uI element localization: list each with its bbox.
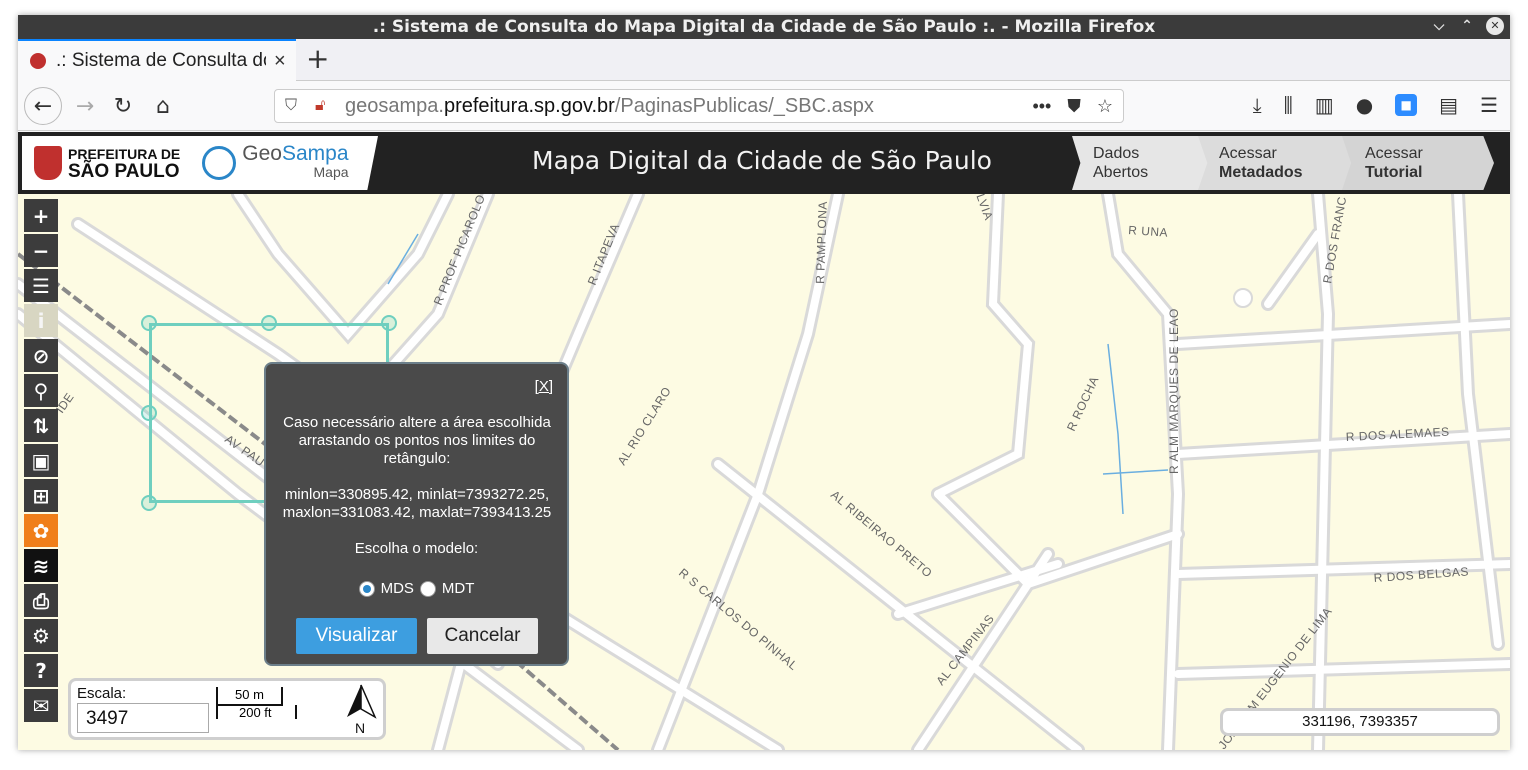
shield-icon[interactable]: ⛉ (285, 97, 305, 115)
zoom-extension-icon[interactable]: ■ (1395, 94, 1418, 116)
layers-icon[interactable]: ☰ (24, 269, 58, 302)
geosampa-globe-icon (202, 146, 237, 180)
street-label: R UNA (1128, 223, 1169, 240)
street-label: R ROCHA (1064, 374, 1102, 433)
minimize-icon[interactable]: ⌵ (1430, 17, 1448, 35)
site-header: PREFEITURA DE SÃO PAULO GeoSampa Mapa Ma… (18, 132, 1510, 194)
prefeitura-logo: PREFEITURA DE SÃO PAULO (68, 146, 181, 182)
download-icon[interactable]: ⤓ (1253, 93, 1262, 117)
tab-label: .: Sistema de Consulta do Mapa Digital d… (56, 50, 266, 71)
selection-handle[interactable] (381, 315, 397, 331)
reload-button[interactable]: ↻ (106, 89, 140, 123)
selection-handle[interactable] (141, 315, 157, 331)
dialog-message: Caso necessário altere a área escolhida … (283, 414, 551, 467)
site-title: Mapa Digital da Cidade de São Paulo (532, 146, 992, 175)
tab-close-icon[interactable]: × (274, 50, 286, 73)
selection-handle[interactable] (261, 315, 277, 331)
cursor-coordinates: 331196, 7393357 (1220, 708, 1500, 736)
visualizar-button[interactable]: Visualizar (296, 618, 417, 654)
geosampa-logo: GeoSampa Mapa (242, 142, 349, 180)
route-icon[interactable]: ⇅ (24, 409, 58, 442)
zoom-in-button[interactable]: + (24, 199, 58, 232)
help-icon[interactable]: ? (24, 654, 58, 687)
dialog-close-link[interactable]: [X] (535, 378, 553, 395)
scale-label: Escala: (77, 685, 127, 702)
reader-icon[interactable]: ▤ (1439, 93, 1458, 117)
acessar-metadados-button[interactable]: Acessar Metadados (1198, 136, 1354, 190)
selection-handle[interactable] (141, 405, 157, 421)
tab-bar: .: Sistema de Consulta do Mapa Digital d… (18, 39, 1510, 81)
forward-button[interactable]: → (68, 89, 102, 123)
scale-meters: 50 m (235, 687, 264, 702)
selection-handle[interactable] (141, 495, 157, 511)
map-canvas[interactable]: R PROF PICAROLO R ITAPEVA R PAMPLONA R U… (18, 194, 1510, 750)
scale-panel: Escala: 3497 50 m 200 ft N (68, 678, 386, 740)
browser-window: .: Sistema de Consulta do Mapa Digital d… (18, 15, 1510, 750)
nav-bar: ← → ↻ ⌂ ⛉ 🔓︎ geosampa.prefeitura.sp.gov.… (18, 81, 1510, 131)
sidebar-icon[interactable]: ▥ (1315, 93, 1334, 117)
scale-input[interactable]: 3497 (77, 703, 209, 733)
scale-feet: 200 ft (239, 705, 272, 720)
svg-text:N: N (355, 720, 365, 735)
info-icon[interactable]: i (24, 304, 58, 337)
bookmark-star-icon[interactable]: ☆ (1097, 96, 1113, 117)
elevation-model-dialog: [X] Caso necessário altere a área escolh… (264, 362, 569, 666)
prefeitura-crest-icon (34, 146, 62, 180)
radio-mds-label: MDS (380, 580, 414, 597)
search-icon[interactable]: ⚲ (24, 374, 58, 407)
page-actions-icon[interactable]: ••• (1032, 96, 1051, 117)
radio-mdt-label: MDT (441, 580, 475, 597)
no-edit-icon[interactable]: ⊘ (24, 339, 58, 372)
model-radio-group: MDS MDT (266, 580, 567, 597)
dados-abertos-button[interactable]: Dados Abertos (1072, 136, 1212, 190)
dialog-coordinates: minlon=330895.42, minlat=7393272.25, max… (282, 486, 552, 521)
street-label: AL RIO CLARO (615, 384, 674, 467)
radio-mds[interactable] (358, 580, 375, 597)
acessar-tutorial-button[interactable]: Acessar Tutorial (1342, 136, 1494, 190)
url-text[interactable]: geosampa.prefeitura.sp.gov.br/PaginasPub… (345, 95, 874, 118)
dialog-choose-label: Escolha o modelo: (354, 540, 479, 557)
account-icon[interactable]: ● (1356, 93, 1373, 117)
radio-mdt[interactable] (419, 580, 436, 597)
street-label: R PAMPLONA (813, 201, 830, 284)
palette-icon[interactable]: ✿ (24, 514, 58, 547)
street-label: R ALM MARQUES DE LEAO (1167, 308, 1181, 474)
home-button[interactable]: ⌂ (146, 89, 180, 123)
north-arrow-icon: N (347, 684, 377, 735)
back-button[interactable]: ← (24, 87, 62, 125)
site-favicon-icon (30, 53, 46, 69)
tab-active[interactable]: .: Sistema de Consulta do Mapa Digital d… (18, 39, 296, 81)
settings-icon[interactable]: ⚙ (24, 619, 58, 652)
maximize-icon[interactable]: ⌃ (1458, 17, 1476, 35)
page-content: PREFEITURA DE SÃO PAULO GeoSampa Mapa Ma… (18, 132, 1510, 750)
logo-area[interactable]: PREFEITURA DE SÃO PAULO GeoSampa Mapa (22, 136, 378, 190)
print-icon[interactable]: ⎙ (24, 584, 58, 617)
terrain-icon[interactable]: ≋ (24, 549, 58, 582)
library-icon[interactable]: ⫼ (1284, 93, 1293, 117)
new-tab-button[interactable]: + (306, 45, 329, 73)
map-toolbar: + − ☰ i ⊘ ⚲ ⇅ ▣ ⊞ ✿ ≋ ⎙ ⚙ ? ✉ (24, 199, 58, 724)
window-title: .: Sistema de Consulta do Mapa Digital d… (372, 17, 1156, 37)
zoom-out-button[interactable]: − (24, 234, 58, 267)
mail-icon[interactable]: ✉ (24, 689, 58, 722)
pocket-icon[interactable]: ⛊ (1067, 96, 1081, 117)
insecure-lock-icon[interactable]: 🔓︎ (315, 97, 337, 115)
url-bar[interactable]: ⛉ 🔓︎ geosampa.prefeitura.sp.gov.br/Pagin… (274, 89, 1124, 123)
menu-icon[interactable]: ☰ (1480, 93, 1498, 117)
cancelar-button[interactable]: Cancelar (427, 618, 538, 654)
measure-icon[interactable]: ⊞ (24, 479, 58, 512)
save-icon[interactable]: ▣ (24, 444, 58, 477)
close-window-icon[interactable]: ✕ (1486, 17, 1504, 35)
title-bar: .: Sistema de Consulta do Mapa Digital d… (18, 15, 1510, 39)
